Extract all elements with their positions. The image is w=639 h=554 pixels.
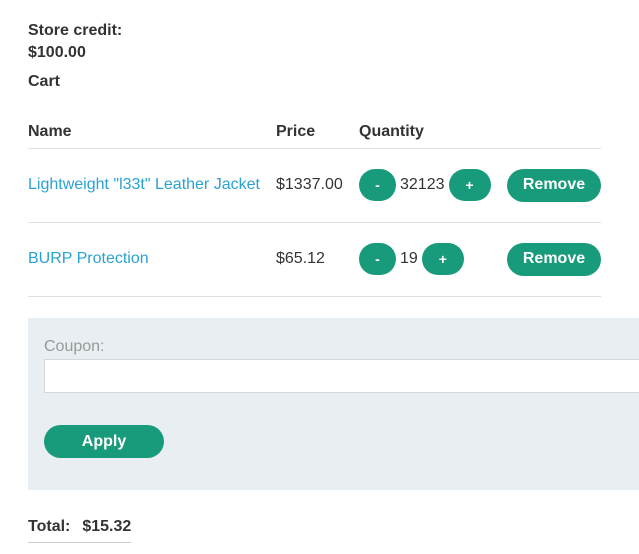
increase-quantity-button[interactable]: + [421, 243, 464, 275]
apply-coupon-button[interactable]: Apply [44, 425, 164, 458]
header-actions [507, 116, 601, 149]
decrease-quantity-button[interactable]: - [359, 169, 396, 201]
increase-quantity-button[interactable]: + [448, 169, 491, 201]
cart-page: Store credit: $100.00 Cart Name Price Qu… [0, 0, 639, 554]
cart-title: Cart [28, 73, 61, 90]
decrease-quantity-button[interactable]: - [359, 243, 396, 275]
store-credit-value: $100.00 [28, 44, 86, 61]
header-quantity: Quantity [359, 116, 507, 149]
product-price: $1337.00 [276, 148, 359, 223]
quantity-stepper: - 32123 + [359, 169, 507, 201]
store-credit-label: Store credit: [28, 22, 123, 39]
remove-button[interactable]: Remove [507, 168, 601, 202]
coupon-form: Coupon: Apply [28, 318, 639, 490]
total-label: Total: [28, 518, 71, 535]
table-row: BURP Protection $65.12 - 19 + Remove [28, 222, 601, 297]
order-total: Total: $15.32 [28, 518, 132, 543]
product-price: $65.12 [276, 222, 359, 297]
product-link[interactable]: Lightweight "l33t" Leather Jacket [28, 176, 260, 193]
table-header-row: Name Price Quantity [28, 116, 601, 149]
total-value: $15.32 [82, 518, 132, 535]
product-link[interactable]: BURP Protection [28, 250, 149, 267]
cart-table: Name Price Quantity Lightweight "l33t" L… [28, 116, 601, 297]
header-price: Price [276, 116, 359, 149]
coupon-input[interactable] [44, 359, 639, 393]
remove-button[interactable]: Remove [507, 242, 601, 276]
quantity-value: 19 [400, 250, 418, 267]
quantity-value: 32123 [400, 176, 445, 193]
store-credit: Store credit: $100.00 [28, 20, 122, 64]
coupon-label: Coupon: [44, 338, 105, 355]
table-row: Lightweight "l33t" Leather Jacket $1337.… [28, 148, 601, 223]
header-name: Name [28, 116, 276, 149]
quantity-stepper: - 19 + [359, 243, 507, 275]
